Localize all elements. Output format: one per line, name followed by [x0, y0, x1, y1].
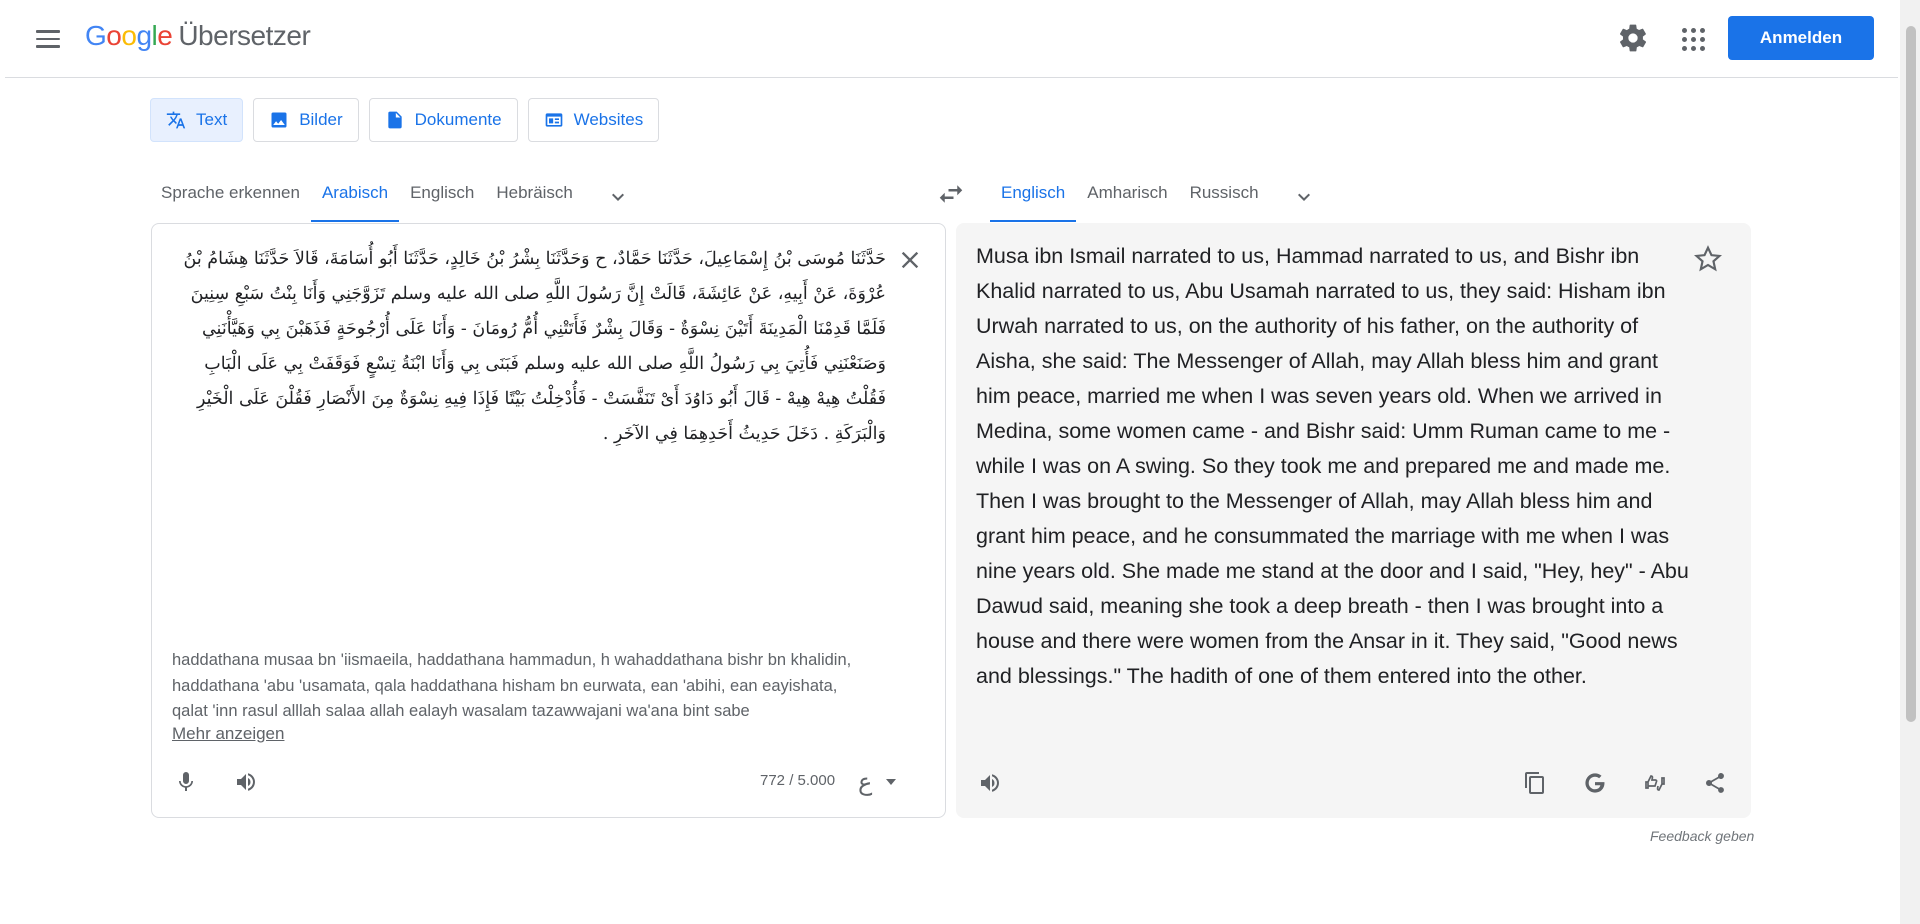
send-feedback-link[interactable]: Feedback geben	[1650, 828, 1754, 844]
translate-icon	[166, 111, 186, 129]
caret-down-icon	[886, 779, 897, 785]
main-menu-icon[interactable]	[36, 24, 66, 54]
source-lang-more-chevron-down-icon[interactable]	[598, 177, 638, 217]
mode-tab-text[interactable]: Text	[150, 98, 244, 142]
source-transliteration: haddathana musaa bn 'iismaeila, haddatha…	[172, 651, 852, 720]
arabic-keyboard-icon: ع	[858, 768, 873, 796]
save-translation-star-icon[interactable]	[1692, 243, 1724, 275]
rate-translation-button[interactable]	[1635, 763, 1675, 803]
translation-mode-tabs: Text Bilder Dokumente Websites	[150, 98, 660, 142]
target-lang-more-chevron-down-icon[interactable]	[1284, 177, 1324, 217]
product-name: Übersetzer	[178, 20, 311, 51]
microphone-icon	[179, 772, 193, 791]
source-lang-hebrew[interactable]: Hebräisch	[485, 172, 584, 222]
target-lang-amharic[interactable]: Amharisch	[1076, 172, 1178, 222]
google-search-button[interactable]	[1575, 763, 1615, 803]
share-icon	[1705, 773, 1724, 793]
document-icon	[387, 111, 402, 129]
share-translation-button[interactable]	[1695, 763, 1735, 803]
logo-letter-g2: g	[136, 20, 152, 51]
target-language-bar: Englisch Amharisch Russisch	[990, 172, 1324, 222]
source-lang-english[interactable]: Englisch	[399, 172, 485, 222]
mode-tab-websites[interactable]: Websites	[527, 98, 660, 142]
source-lang-detect[interactable]: Sprache erkennen	[150, 172, 311, 222]
source-text-input[interactable]: حَدَّثَنَا مُوسَى بْنُ إِسْمَاعِيلَ، حَد…	[170, 242, 886, 452]
translation-output-panel: Musa ibn Ismail narrated to us, Hammad n…	[956, 223, 1751, 818]
image-icon	[271, 112, 287, 128]
google-apps-icon[interactable]	[1675, 22, 1707, 54]
scrollbar-thumb[interactable]	[1906, 26, 1916, 722]
mode-label-documents: Dokumente	[414, 110, 502, 129]
character-counter: 772 / 5.000	[760, 772, 836, 789]
target-lang-russian[interactable]: Russisch	[1179, 172, 1270, 222]
source-language-bar: Sprache erkennen Arabisch Englisch Hebrä…	[150, 172, 638, 222]
top-app-bar: Google Übersetzer Anmelden	[5, 0, 1898, 78]
google-g-icon	[1585, 773, 1605, 793]
thumbs-up-down-icon	[1645, 775, 1665, 791]
google-translate-page: Google Übersetzer Anmelden Text Bilder D…	[0, 0, 1920, 924]
target-lang-english[interactable]: Englisch	[990, 172, 1077, 222]
settings-gear-icon[interactable]	[1617, 22, 1649, 54]
clear-text-close-icon[interactable]	[896, 246, 924, 274]
mode-label-websites: Websites	[573, 110, 644, 129]
mode-tab-documents[interactable]: Dokumente	[368, 98, 518, 142]
show-more-link[interactable]: Mehr anzeigen	[172, 724, 284, 744]
voice-input-button[interactable]	[166, 762, 206, 802]
listen-translation-button[interactable]	[970, 763, 1010, 803]
google-translate-logo[interactable]: Google Übersetzer	[85, 20, 311, 52]
speaker-icon	[981, 774, 999, 792]
page-scrollbar[interactable]	[1900, 0, 1920, 924]
logo-letter-e: e	[157, 20, 173, 51]
swap-languages-icon[interactable]	[936, 179, 966, 209]
logo-letter-o2: o	[121, 20, 137, 51]
translated-text: Musa ibn Ismail narrated to us, Hammad n…	[976, 244, 1689, 688]
source-panel-footer: 772 / 5.000 ع	[152, 747, 945, 817]
source-text-panel: حَدَّثَنَا مُوسَى بْنُ إِسْمَاعِيلَ، حَد…	[151, 223, 946, 818]
input-tools-selector[interactable]: ع	[858, 765, 918, 799]
copy-icon	[1525, 772, 1544, 794]
mode-tab-images[interactable]: Bilder	[253, 98, 359, 142]
source-lang-arabic[interactable]: Arabisch	[310, 172, 400, 222]
logo-letter-o1: o	[106, 20, 122, 51]
website-icon	[545, 113, 562, 127]
mode-label-text: Text	[196, 110, 228, 129]
sign-in-button[interactable]: Anmelden	[1728, 16, 1874, 60]
mode-label-images: Bilder	[299, 110, 343, 129]
logo-letter-g: G	[85, 20, 107, 51]
listen-source-button[interactable]	[226, 762, 266, 802]
copy-translation-button[interactable]	[1515, 763, 1555, 803]
speaker-icon	[237, 773, 255, 791]
